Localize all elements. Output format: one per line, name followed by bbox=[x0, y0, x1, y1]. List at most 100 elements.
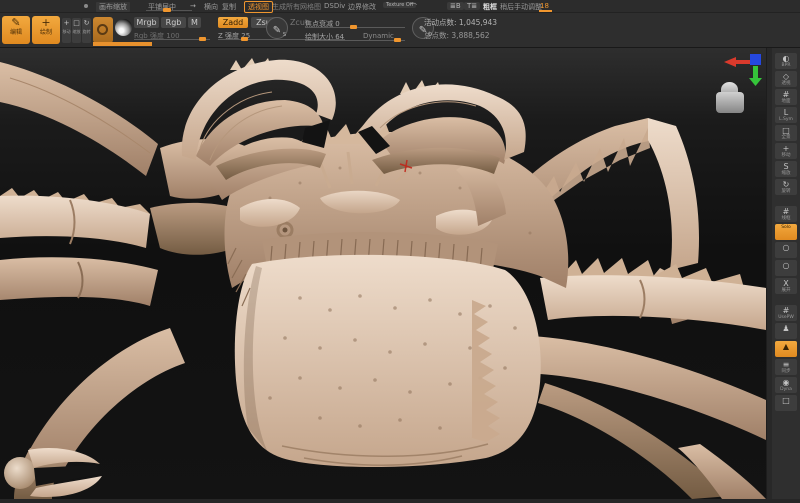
z-intensity-handle[interactable] bbox=[241, 37, 248, 41]
local-symmetry-button[interactable]: LL.Sym bbox=[775, 107, 797, 123]
y-axis-arrow-icon bbox=[749, 78, 762, 86]
sync-icon: ≡ bbox=[775, 360, 797, 369]
border-modify-label[interactable]: 边界修改 bbox=[348, 2, 376, 12]
horizontal-button[interactable]: 横向 bbox=[204, 2, 218, 12]
grid-snap-label: UsePW bbox=[775, 315, 797, 320]
later-adjust-label[interactable]: 稍后手动调整 bbox=[500, 2, 542, 12]
copy-button[interactable]: 复制 bbox=[222, 2, 236, 12]
dynamic-toggle[interactable]: Dynamic bbox=[363, 32, 394, 40]
material-preview-sphere[interactable] bbox=[115, 19, 132, 36]
grid-snap-button[interactable]: #UsePW bbox=[775, 305, 797, 321]
sculptris-pro-icon: ▲ bbox=[775, 342, 797, 351]
sync-button[interactable]: ≡同步 bbox=[775, 359, 797, 375]
crab-model[interactable] bbox=[0, 48, 766, 499]
bpr-render-button[interactable]: ◐BPR bbox=[775, 53, 797, 69]
total-points-counter: 总点数: 3,888,562 bbox=[424, 30, 490, 41]
render-b1-button[interactable]: ≣B bbox=[447, 2, 464, 10]
focal-shift-handle[interactable] bbox=[350, 25, 357, 29]
camera-view-widget[interactable] bbox=[713, 82, 747, 114]
x-axis-arrow-icon bbox=[724, 57, 736, 67]
top-shelf: ✎ 编辑 + 绘制 + 移动 □ 缩放 ↻ 旋转 Mrgb Rgb M Rgb … bbox=[0, 13, 800, 48]
rough-frame-label: 粗框 bbox=[483, 2, 497, 12]
frame-icon: □ bbox=[775, 126, 797, 135]
standard-brush-icon bbox=[97, 24, 108, 35]
m-button[interactable]: M bbox=[188, 17, 201, 28]
shelf-group-gap bbox=[772, 195, 800, 204]
z-axis-icon bbox=[750, 54, 761, 65]
move-canvas-label: 移动 bbox=[775, 153, 797, 158]
render-b2-button[interactable]: T≣ bbox=[464, 2, 480, 10]
generate-mesh-label[interactable]: 生成所有网格图 bbox=[272, 2, 321, 12]
floor-icon: # bbox=[775, 90, 797, 99]
pressure-zintensity-button[interactable]: ✎ S bbox=[266, 17, 288, 39]
shelf-accent-bar bbox=[93, 42, 152, 46]
xpose-button[interactable]: X展开 bbox=[775, 278, 797, 294]
move-label: 移动 bbox=[62, 29, 71, 35]
persp-icon: ◇ bbox=[775, 72, 797, 81]
edit-label: 编辑 bbox=[2, 29, 30, 36]
perspective-button[interactable]: 透视图 bbox=[244, 1, 273, 13]
arrow-icon[interactable]: → bbox=[190, 2, 196, 10]
lock-view-icon: □ bbox=[775, 396, 797, 405]
rotate-canvas-label: 旋转 bbox=[775, 189, 797, 194]
move-icon: + bbox=[62, 18, 71, 29]
lock-view-button[interactable]: □ bbox=[775, 395, 797, 411]
toggle-a-icon: ○ bbox=[775, 243, 797, 252]
move-button[interactable]: + 移动 bbox=[62, 18, 71, 43]
sdiv-label[interactable]: DSDiv bbox=[324, 2, 345, 10]
rotate-button[interactable]: ↻ 旋转 bbox=[82, 18, 91, 43]
scale-canvas-icon: S bbox=[775, 162, 797, 171]
polyframe-label: 线框 bbox=[775, 216, 797, 221]
move-canvas-button[interactable]: +移动 bbox=[775, 143, 797, 159]
title-dot-icon bbox=[84, 4, 88, 8]
canvas-zoom-label[interactable]: 画布缩放 bbox=[96, 2, 130, 12]
mrgb-button[interactable]: Mrgb bbox=[134, 17, 159, 28]
rotate-label: 旋转 bbox=[82, 29, 91, 35]
sync-label: 同步 bbox=[775, 369, 797, 374]
rgb-button[interactable]: Rgb bbox=[161, 17, 186, 28]
persp-button[interactable]: ◇透视 bbox=[775, 71, 797, 87]
toggle-a-button[interactable]: ○ bbox=[775, 242, 797, 258]
draw-size-handle[interactable] bbox=[394, 38, 401, 42]
scale-icon: □ bbox=[72, 18, 81, 29]
stylus-icon: ✎ bbox=[273, 25, 281, 36]
later-adjust-value[interactable]: 18 bbox=[540, 2, 549, 10]
tile-slider-handle[interactable] bbox=[163, 8, 171, 12]
rgb-intensity-handle[interactable] bbox=[199, 37, 206, 41]
rotate-icon: ↻ bbox=[82, 18, 91, 29]
toggle-b-icon: ○ bbox=[775, 261, 797, 270]
solo-label: Solo bbox=[775, 225, 797, 230]
draw-size-track[interactable] bbox=[305, 40, 405, 41]
document-canvas[interactable] bbox=[0, 48, 766, 499]
scale-canvas-label: 缩放 bbox=[775, 171, 797, 176]
floor-button[interactable]: #地面 bbox=[775, 89, 797, 105]
frame-label: 全景 bbox=[775, 135, 797, 140]
local-symmetry-icon: L bbox=[775, 108, 797, 117]
zadd-button[interactable]: Zadd bbox=[218, 17, 248, 28]
draw-brush-icon: + bbox=[32, 16, 60, 29]
rotate-canvas-button[interactable]: ↻旋转 bbox=[775, 179, 797, 195]
titlebar: 画布缩放 平铺居中 → 横向 复制 透视图 生成所有网格图 DSDiv 边界修改… bbox=[0, 0, 800, 13]
polyframe-button[interactable]: #线框 bbox=[775, 206, 797, 222]
scale-canvas-button[interactable]: S缩放 bbox=[775, 161, 797, 177]
dynamic-persp-button[interactable]: ◉Dyna bbox=[775, 377, 797, 393]
pose-tool-icon: ♟ bbox=[775, 324, 797, 333]
frame-button[interactable]: □全景 bbox=[775, 125, 797, 141]
edit-pen-icon: ✎ bbox=[2, 16, 30, 29]
toggle-b-button[interactable]: ○ bbox=[775, 260, 797, 276]
edit-button[interactable]: ✎ 编辑 bbox=[2, 16, 30, 44]
sculptris-pro-button[interactable]: ▲ bbox=[775, 341, 797, 357]
solo-button[interactable]: Solo bbox=[775, 224, 797, 240]
right-shelf: ◐BPR◇透视#地面LL.Sym□全景+移动S缩放↻旋转#线框Solo○○X展开… bbox=[772, 48, 800, 499]
rotate-canvas-icon: ↻ bbox=[775, 180, 797, 189]
curve-icon[interactable]: ⌒ bbox=[410, 2, 417, 12]
axis-gizmo[interactable] bbox=[722, 50, 768, 86]
current-brush-button[interactable] bbox=[93, 17, 113, 43]
pressure-zintensity-sub: S bbox=[283, 32, 286, 38]
pose-tool-button[interactable]: ♟ bbox=[775, 323, 797, 339]
dynamic-persp-label: Dyna bbox=[775, 387, 797, 392]
draw-button[interactable]: + 绘制 bbox=[32, 16, 60, 44]
xpose-label: 展开 bbox=[775, 288, 797, 293]
persp-label: 透视 bbox=[775, 81, 797, 86]
scale-button[interactable]: □ 缩放 bbox=[72, 18, 81, 43]
